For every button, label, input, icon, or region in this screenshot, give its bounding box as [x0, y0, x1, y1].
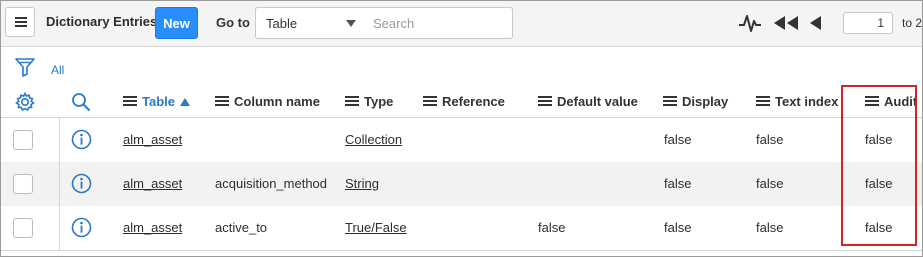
goto-label: Go to — [216, 15, 250, 30]
column-header-audit[interactable]: Audit — [865, 94, 917, 109]
row-select-checkbox[interactable] — [13, 130, 33, 150]
column-menu-icon[interactable] — [123, 96, 137, 107]
search-icon[interactable] — [71, 92, 91, 112]
column-menu-icon[interactable] — [423, 96, 437, 107]
hamburger-menu-icon — [15, 17, 27, 27]
cell-table[interactable]: alm_asset — [123, 220, 182, 235]
column-header-default-value[interactable]: Default value — [538, 94, 638, 109]
cell-display: false — [664, 176, 692, 191]
column-menu-icon[interactable] — [756, 96, 770, 107]
row-select-checkbox[interactable] — [13, 218, 33, 238]
cell-display: false — [664, 220, 692, 235]
cell-default-value: false — [538, 220, 566, 235]
sort-ascending-icon — [180, 97, 190, 106]
column-label-type: Type — [364, 94, 394, 109]
table-row: alm_asset Collection false false false — [1, 118, 922, 163]
new-button[interactable]: New — [155, 7, 198, 39]
column-header-display[interactable]: Display — [663, 94, 728, 109]
column-label-audit: Audit — [884, 94, 918, 109]
cell-column-name: active_to — [215, 220, 268, 235]
column-header-text-index[interactable]: Text index — [756, 94, 838, 109]
goto-select-value: Table — [266, 16, 298, 31]
activity-stream-icon[interactable] — [738, 12, 762, 34]
gear-icon[interactable] — [15, 92, 35, 112]
column-menu-icon[interactable] — [538, 96, 552, 107]
column-header-table[interactable]: Table — [123, 94, 190, 109]
column-header-reference[interactable]: Reference — [423, 94, 505, 109]
goto-field-select[interactable]: Table — [255, 7, 365, 39]
column-menu-icon[interactable] — [345, 96, 359, 107]
info-icon[interactable] — [71, 129, 92, 150]
cell-audit: false — [865, 132, 893, 147]
cell-text-index: false — [756, 132, 784, 147]
info-icon[interactable] — [71, 217, 92, 238]
cell-text-index: false — [756, 220, 784, 235]
cell-type[interactable]: True/False — [345, 220, 407, 235]
row-select-checkbox[interactable] — [13, 174, 33, 194]
breadcrumb-all-link[interactable]: All — [51, 63, 64, 77]
column-label-default-value: Default value — [557, 94, 638, 109]
cell-table[interactable]: alm_asset — [123, 176, 182, 191]
cell-table[interactable]: alm_asset — [123, 132, 182, 147]
list-title: Dictionary Entries — [46, 14, 158, 29]
page-number-input[interactable] — [843, 12, 893, 34]
column-header-type[interactable]: Type — [345, 94, 393, 109]
column-menu-icon[interactable] — [215, 96, 229, 107]
cell-audit: false — [865, 220, 893, 235]
cell-type[interactable]: String — [345, 176, 379, 191]
column-label-reference: Reference — [442, 94, 505, 109]
column-label-display: Display — [682, 94, 729, 109]
column-header-column-name[interactable]: Column name — [215, 94, 320, 109]
table-row: alm_asset acquisition_method String fals… — [1, 162, 922, 207]
first-page-icon[interactable] — [773, 15, 799, 31]
cell-display: false — [664, 132, 692, 147]
cell-text-index: false — [756, 176, 784, 191]
filter-breadcrumb-row: All — [1, 47, 922, 87]
info-icon[interactable] — [71, 173, 92, 194]
cell-column-name: acquisition_method — [215, 176, 328, 191]
filter-funnel-icon[interactable] — [15, 57, 35, 77]
previous-page-icon[interactable] — [809, 15, 823, 31]
search-input[interactable] — [364, 7, 513, 39]
chevron-down-icon — [346, 20, 356, 27]
column-label-text-index: Text index — [775, 94, 839, 109]
column-menu-icon[interactable] — [663, 96, 677, 107]
page-range-label: to 2 — [902, 16, 923, 30]
list-view: Dictionary Entries New Go to Table to 2 … — [0, 0, 923, 257]
column-menu-icon[interactable] — [865, 96, 879, 107]
cell-type[interactable]: Collection — [345, 132, 402, 147]
list-header: Dictionary Entries New Go to Table to 2 — [1, 1, 922, 47]
column-header-row: Table Column name Type Reference Default… — [1, 87, 922, 118]
cell-audit: false — [865, 176, 893, 191]
table-row: alm_asset active_to True/False false fal… — [1, 206, 922, 251]
column-label-table: Table — [142, 94, 175, 109]
column-label-column-name: Column name — [234, 94, 320, 109]
context-menu-button[interactable] — [5, 7, 35, 37]
